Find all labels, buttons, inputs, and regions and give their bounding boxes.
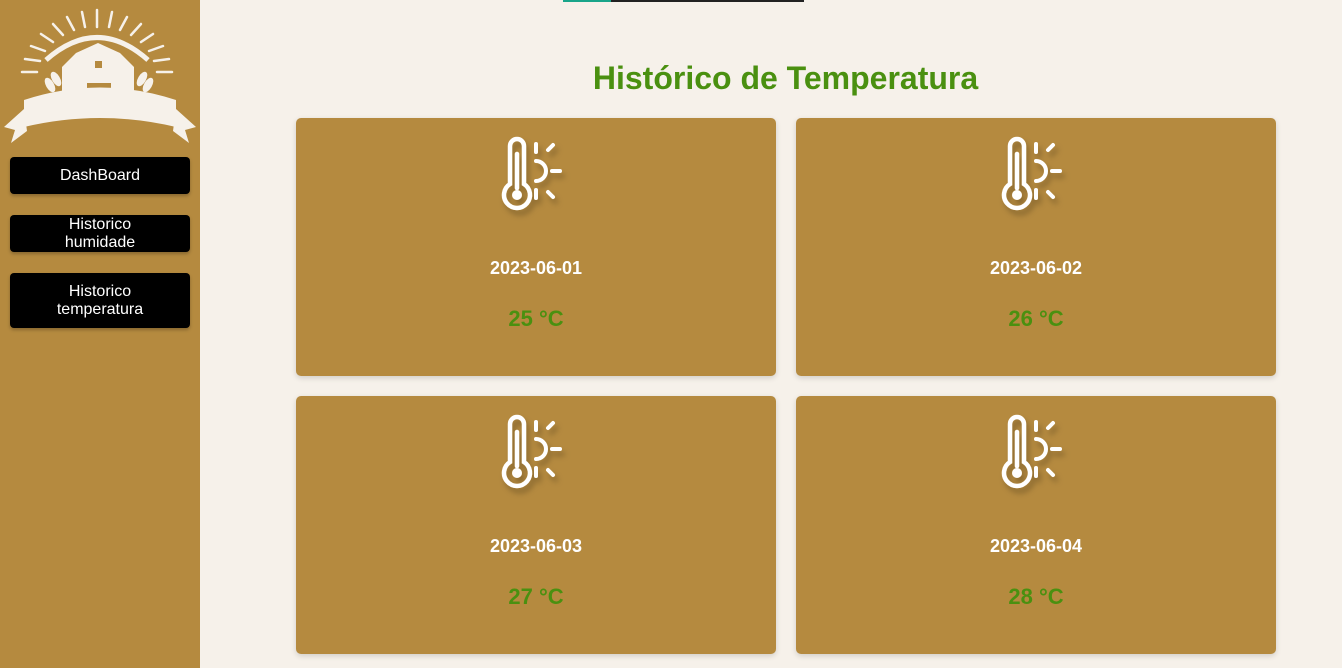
card-date: 2023-06-02 (989, 258, 1083, 278)
card-temperature: 27 °C (508, 584, 564, 609)
top-progress-bar (563, 0, 804, 2)
card-temperature: 26 °C (1008, 306, 1064, 331)
card-temperature: 28 °C (1008, 584, 1064, 609)
page-title: Histórico de Temperatura (592, 60, 979, 96)
farm-barn-logo-icon (4, 8, 196, 143)
nav-dashboard-button[interactable]: DashBoard (10, 157, 190, 194)
thermometer-sun-icon (490, 412, 580, 502)
card-date: 2023-06-01 (489, 258, 583, 278)
thermometer-sun-icon (490, 134, 580, 224)
temperature-card: 2023-06-02 26 °C (796, 118, 1276, 376)
card-temperature: 25 °C (508, 306, 564, 331)
card-date: 2023-06-04 (989, 536, 1083, 556)
temperature-card: 2023-06-04 28 °C (796, 396, 1276, 654)
card-date: 2023-06-03 (489, 536, 583, 556)
sidebar: DashBoard Historico humidade Historico t… (0, 0, 200, 668)
thermometer-sun-icon (990, 134, 1080, 224)
nav-historico-humidade-button[interactable]: Historico humidade (10, 215, 190, 252)
nav-historico-temperatura-button[interactable]: Historico temperatura (10, 273, 190, 328)
temperature-card: 2023-06-01 25 °C (296, 118, 776, 376)
thermometer-sun-icon (990, 412, 1080, 502)
temperature-card: 2023-06-03 27 °C (296, 396, 776, 654)
